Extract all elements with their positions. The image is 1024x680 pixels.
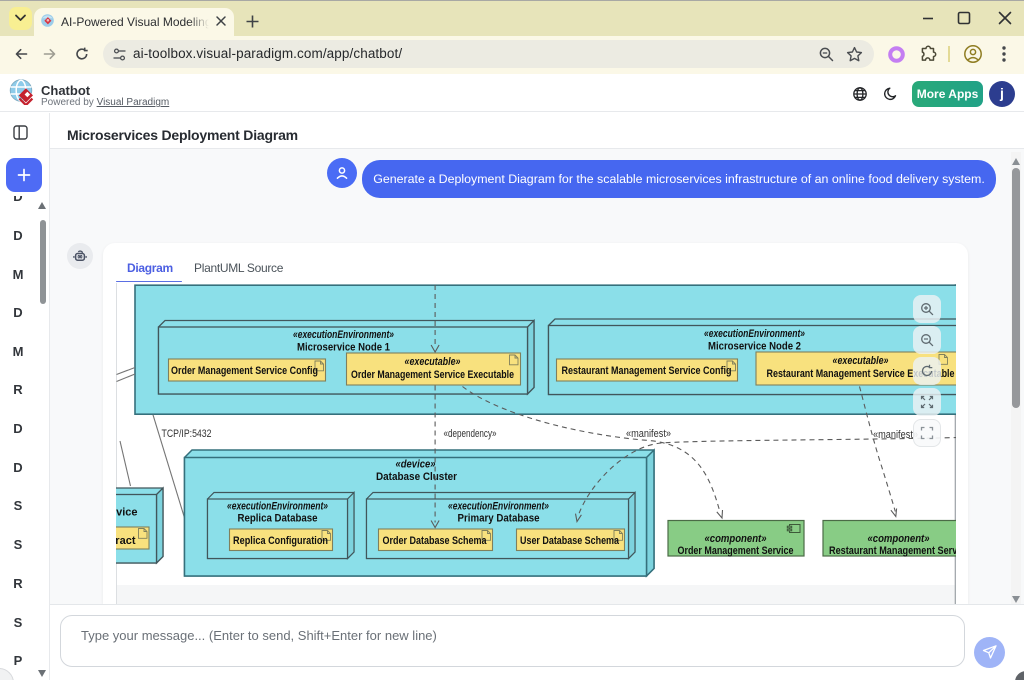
svg-text:Order Management Service Execu: Order Management Service Executable	[351, 369, 514, 381]
svg-text:Database Cluster: Database Cluster	[376, 471, 458, 483]
svg-text:Order Management Service: Order Management Service	[677, 545, 793, 557]
svg-text:User Database Schema: User Database Schema	[520, 535, 620, 547]
svg-text:«component»: «component»	[867, 533, 929, 545]
svg-text:TCP/IP:5432: TCP/IP:5432	[161, 428, 211, 440]
svg-text:Microservice Node 1: Microservice Node 1	[297, 342, 390, 354]
svg-text:Replica Configuration: Replica Configuration	[233, 535, 328, 547]
svg-text:«dependency»: «dependency»	[443, 428, 496, 440]
svg-text:«executionEnvironment»: «executionEnvironment»	[227, 501, 328, 513]
svg-text:«executionEnvironment»: «executionEnvironment»	[293, 329, 394, 341]
svg-text:«executionEnvironment»: «executionEnvironment»	[704, 328, 805, 340]
svg-text:«device»: «device»	[395, 459, 435, 471]
svg-text:«component»: «component»	[704, 533, 766, 545]
svg-text:Contract: Contract	[116, 535, 136, 547]
svg-text:Gateway Service: Gateway Service	[116, 507, 138, 519]
svg-text:Restaurant Management Service: Restaurant Management Service	[829, 545, 956, 557]
svg-text:Microservice Node 2: Microservice Node 2	[708, 341, 801, 353]
svg-text:Primary Database: Primary Database	[457, 513, 539, 525]
svg-text:«manifest»: «manifest»	[873, 429, 918, 441]
svg-text:«manifest»: «manifest»	[626, 428, 671, 440]
svg-text:Order Management Service Confi: Order Management Service Config	[171, 365, 318, 377]
svg-text:Order Database Schema: Order Database Schema	[382, 535, 487, 547]
svg-text:Restaurant Management Service: Restaurant Management Service Config	[561, 365, 731, 377]
svg-text:«executable»: «executable»	[404, 356, 460, 368]
svg-text:Replica Database: Replica Database	[237, 513, 317, 525]
svg-text:«executable»: «executable»	[832, 355, 888, 367]
svg-text:«executionEnvironment»: «executionEnvironment»	[448, 501, 549, 513]
